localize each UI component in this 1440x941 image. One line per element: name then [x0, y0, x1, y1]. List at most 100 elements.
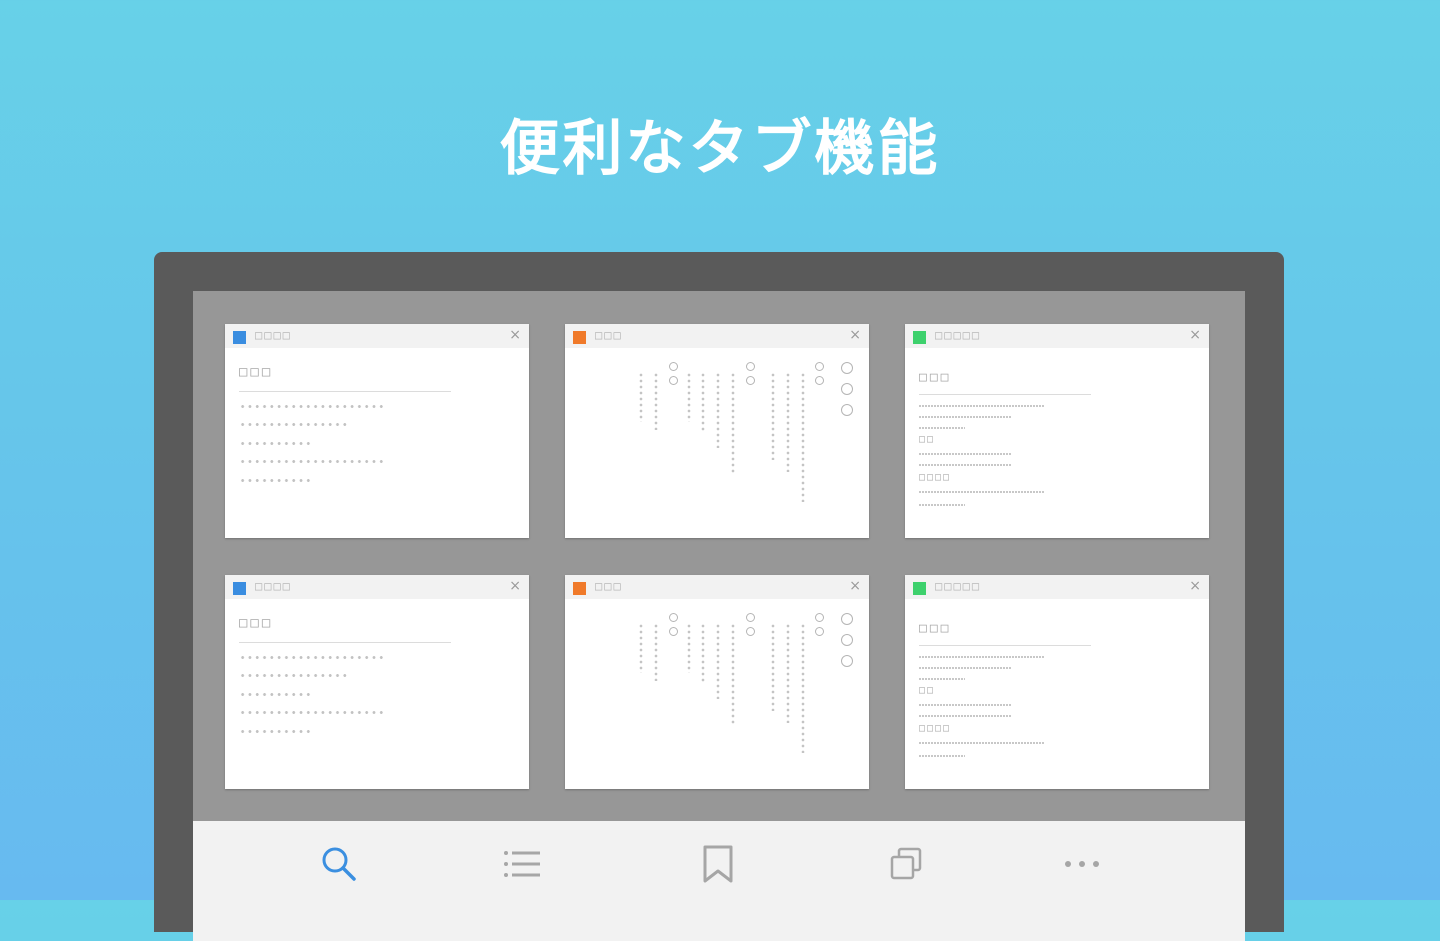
- list-heading: □□□□: [919, 472, 952, 483]
- text-line: [239, 655, 385, 660]
- ring-mark: [669, 627, 678, 636]
- tab-title: □□□□: [255, 579, 292, 593]
- favicon-icon: [233, 582, 246, 595]
- close-icon[interactable]: ×: [509, 578, 521, 594]
- text-line: [919, 715, 1011, 717]
- text-line: [239, 673, 349, 678]
- tabs-button[interactable]: [881, 839, 931, 889]
- list-icon: [504, 851, 540, 877]
- tab-card[interactable]: □□□ ×: [565, 324, 869, 538]
- text-column: [730, 623, 736, 725]
- text-line: [919, 667, 1011, 669]
- tab-header: □□□□□ ×: [905, 575, 1209, 599]
- page-heading: □□□: [239, 615, 274, 631]
- list-button[interactable]: [498, 839, 548, 889]
- ring-mark: [841, 613, 853, 625]
- tab-title: □□□□□: [935, 579, 982, 593]
- tab-card[interactable]: □□□□ × □□□: [225, 324, 529, 538]
- tab-overview-screen: □□□□ × □□□ □□□ × □□□□□ × □□□ □□ □□□□ □□□…: [193, 291, 1245, 941]
- favicon-icon: [233, 331, 246, 344]
- text-line: [919, 704, 1011, 706]
- tab-card[interactable]: □□□ ×: [565, 575, 869, 789]
- ring-mark: [669, 362, 678, 371]
- tab-card[interactable]: □□□□□ × □□□ □□ □□□□: [905, 575, 1209, 789]
- ring-mark: [841, 404, 853, 416]
- headline: 便利なタブ機能: [499, 114, 941, 184]
- text-line: [919, 416, 1011, 418]
- text-column: [800, 623, 806, 753]
- tab-header: □□□ ×: [565, 324, 869, 348]
- search-button[interactable]: [314, 839, 364, 889]
- more-button[interactable]: [1057, 839, 1107, 889]
- text-line: [919, 656, 1045, 658]
- ring-mark: [815, 613, 824, 622]
- close-icon[interactable]: ×: [849, 578, 861, 594]
- close-icon[interactable]: ×: [849, 327, 861, 343]
- ring-mark: [841, 383, 853, 395]
- ring-mark: [669, 376, 678, 385]
- close-icon[interactable]: ×: [1189, 578, 1201, 594]
- text-column: [653, 372, 659, 430]
- ring-mark: [815, 627, 824, 636]
- text-column: [638, 372, 644, 422]
- text-line: [919, 504, 965, 506]
- bookmark-button[interactable]: [693, 839, 743, 889]
- text-line: [239, 710, 385, 715]
- page-heading: □□□: [919, 370, 952, 385]
- page-heading: □□□: [919, 621, 952, 636]
- text-column: [638, 623, 644, 673]
- tab-card[interactable]: □□□□□ × □□□ □□ □□□□: [905, 324, 1209, 538]
- text-column: [785, 623, 791, 723]
- text-line: [919, 464, 1011, 466]
- text-column: [770, 623, 776, 711]
- tablet-frame: □□□□ × □□□ □□□ × □□□□□ × □□□ □□ □□□□ □□□…: [154, 252, 1284, 941]
- divider: [239, 391, 451, 392]
- text-column: [700, 623, 706, 683]
- divider: [919, 645, 1091, 646]
- text-line: [239, 441, 312, 446]
- text-line: [919, 742, 1045, 744]
- text-line: [919, 453, 1011, 455]
- close-icon[interactable]: ×: [509, 327, 521, 343]
- tab-title: □□□: [595, 328, 623, 342]
- tab-card[interactable]: □□□□ × □□□: [225, 575, 529, 789]
- text-line: [919, 755, 965, 757]
- bottom-toolbar: [193, 821, 1245, 941]
- text-line: [919, 678, 965, 680]
- close-icon[interactable]: ×: [1189, 327, 1201, 343]
- text-column: [653, 623, 659, 681]
- tab-header: □□□□ ×: [225, 575, 529, 599]
- text-column: [715, 623, 721, 699]
- text-line: [239, 459, 385, 464]
- text-line: [239, 478, 312, 483]
- ring-mark: [669, 613, 678, 622]
- ring-mark: [841, 634, 853, 646]
- tab-title: □□□: [595, 579, 623, 593]
- text-column: [785, 372, 791, 472]
- text-column: [700, 372, 706, 432]
- text-line: [919, 405, 1045, 407]
- tab-title: □□□□: [255, 328, 292, 342]
- text-line: [919, 427, 965, 429]
- text-column: [715, 372, 721, 448]
- search-icon: [322, 847, 356, 881]
- ring-mark: [841, 655, 853, 667]
- bookmark-icon: [703, 845, 733, 883]
- text-line: [239, 729, 312, 734]
- text-line: [239, 422, 349, 427]
- more-icon: [1065, 861, 1099, 867]
- divider: [919, 394, 1091, 395]
- ring-mark: [746, 362, 755, 371]
- ring-mark: [746, 613, 755, 622]
- tab-header: □□□□□ ×: [905, 324, 1209, 348]
- list-heading: □□: [919, 434, 936, 445]
- ring-mark: [841, 362, 853, 374]
- ring-mark: [746, 627, 755, 636]
- tab-title: □□□□□: [935, 328, 982, 342]
- list-heading: □□□□: [919, 723, 952, 734]
- divider: [239, 642, 451, 643]
- text-column: [730, 372, 736, 474]
- text-column: [770, 372, 776, 460]
- tab-header: □□□ ×: [565, 575, 869, 599]
- text-column: [686, 623, 692, 673]
